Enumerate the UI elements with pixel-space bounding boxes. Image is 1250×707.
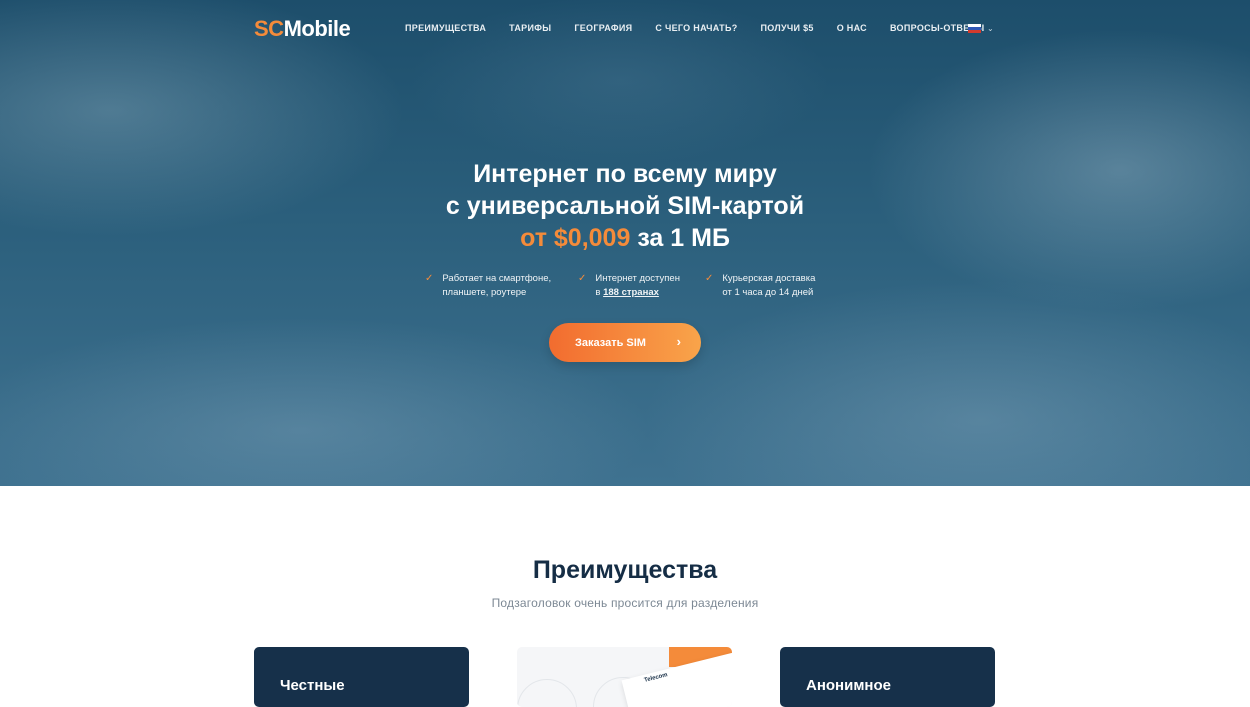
check-icon: ✓ — [578, 273, 587, 284]
feature-delivery: ✓ Курьерская доставка от 1 часа до 14 дне… — [705, 273, 816, 298]
advantages-subtitle: Подзаголовок очень просится для разделен… — [491, 596, 759, 610]
countries-link[interactable]: 188 странах — [603, 287, 659, 298]
price-highlight: от $0,009 — [520, 224, 631, 252]
language-selector[interactable]: ⌄ — [968, 24, 994, 33]
nav-getting-started[interactable]: С ЧЕГО НАЧАТЬ? — [655, 23, 737, 33]
advantage-card-honest: Честные — [254, 647, 469, 707]
feature-coverage: ✓ Интернет доступен в 188 странах — [578, 273, 680, 298]
feature-devices: ✓ Работает на смартфоне, планшете, роутер… — [425, 273, 552, 298]
nav-about[interactable]: О НАС — [837, 23, 867, 33]
advantage-card-anonymous: Анонимное — [780, 647, 995, 707]
nav-get-5[interactable]: ПОЛУЧИ $5 — [761, 23, 814, 33]
card-title: Честные — [280, 677, 345, 694]
nav-advantages[interactable]: ПРЕИМУЩЕСТВА — [405, 23, 486, 33]
nav-tariffs[interactable]: ТАРИФЫ — [509, 23, 551, 33]
chevron-right-icon: › — [676, 334, 681, 349]
chevron-down-icon: ⌄ — [987, 24, 994, 33]
nav-geography[interactable]: ГЕОГРАФИЯ — [574, 23, 632, 33]
check-icon: ✓ — [705, 273, 714, 284]
main-nav: ПРЕИМУЩЕСТВА ТАРИФЫ ГЕОГРАФИЯ С ЧЕГО НАЧ… — [405, 23, 984, 33]
card-title: Анонимное — [806, 677, 891, 694]
order-sim-button[interactable]: Заказать SIM › — [549, 323, 701, 362]
advantages-title: Преимущества — [532, 556, 718, 584]
hero-section: SCMobile ПРЕИМУЩЕСТВА ТАРИФЫ ГЕОГРАФИЯ С… — [0, 0, 1250, 486]
hero-headline: Интернет по всему миру с универсальной S… — [445, 160, 805, 252]
advantage-card-sim: Telecom — [517, 647, 732, 707]
check-icon: ✓ — [425, 273, 434, 284]
logo[interactable]: SCMobile — [254, 16, 351, 42]
russian-flag-icon — [968, 24, 981, 33]
